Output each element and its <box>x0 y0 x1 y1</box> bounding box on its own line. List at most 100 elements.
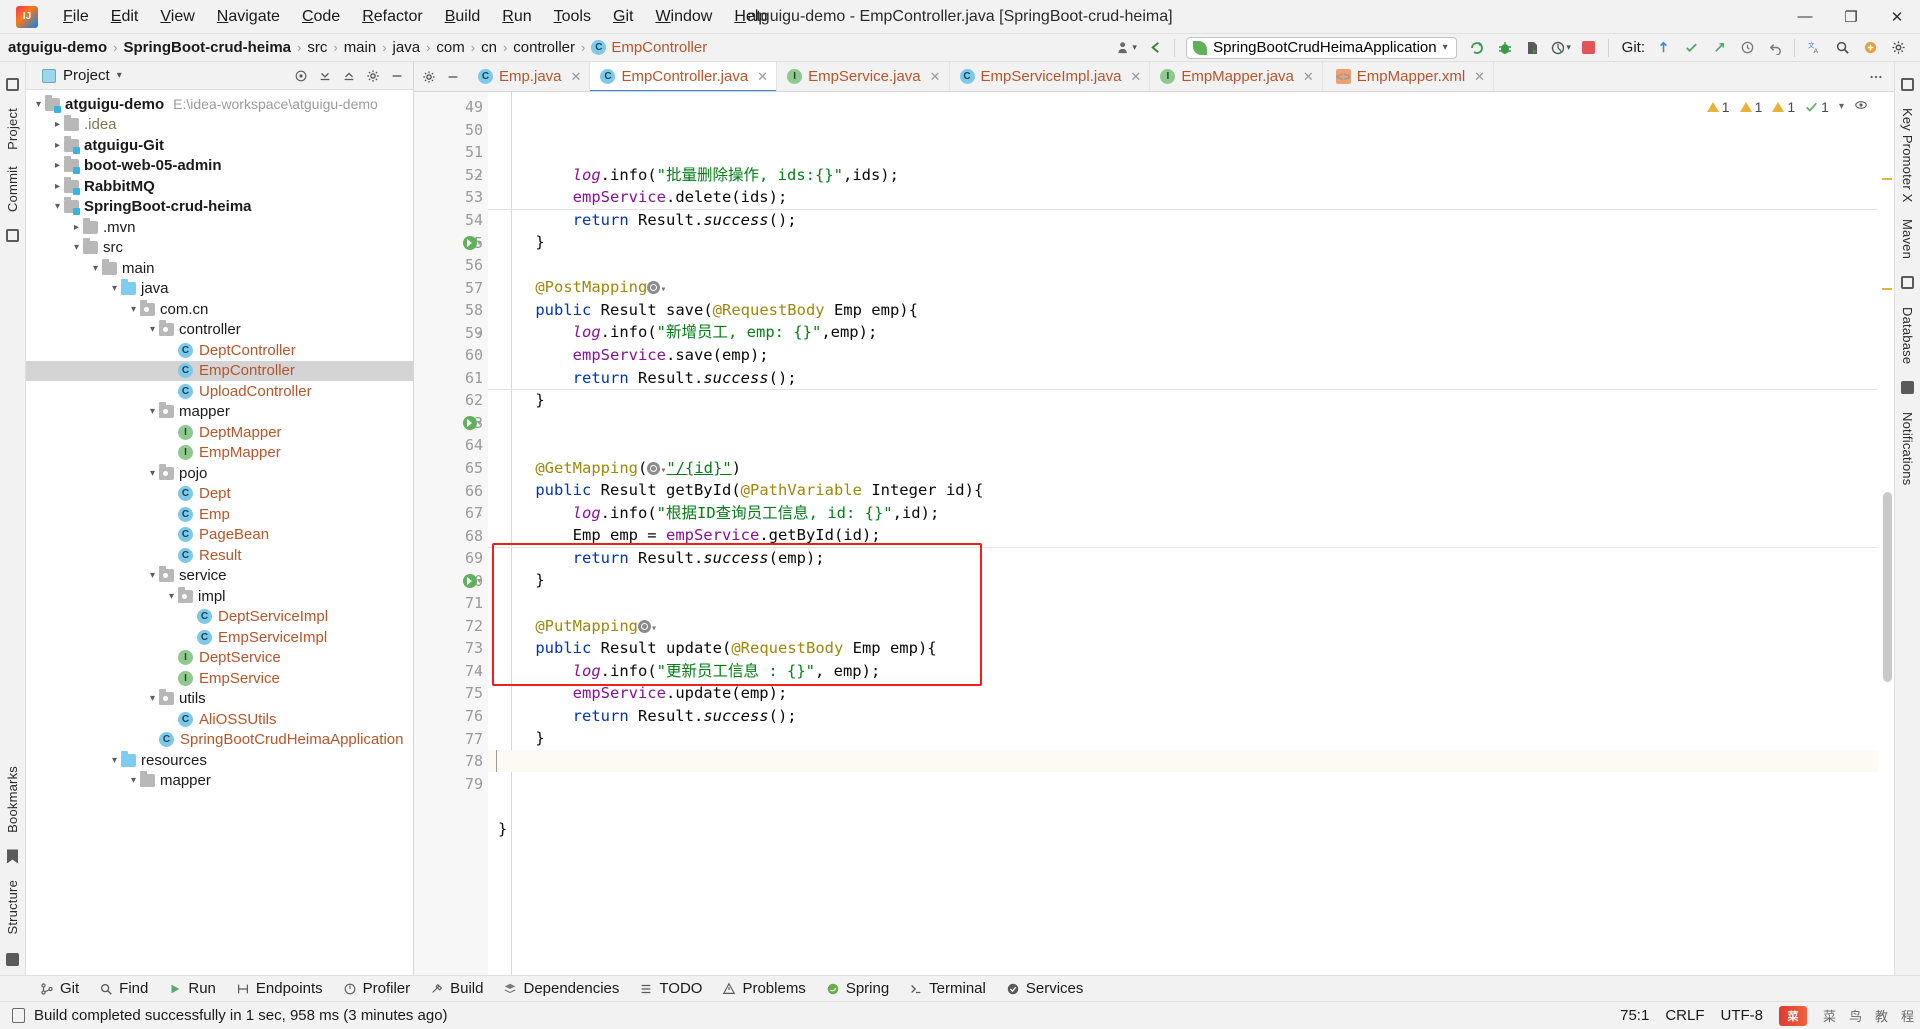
editor-tab-empmapper-java[interactable]: I EmpMapper.java ✕ <box>1150 62 1323 91</box>
chevron-right-icon[interactable]: ▸ <box>51 181 64 192</box>
gutter-line-54[interactable]: 54 <box>414 209 488 232</box>
tree-node-mapper[interactable]: ▾ mapper <box>26 402 413 423</box>
tree-node-deptserviceimpl[interactable]: C DeptServiceImpl <box>26 607 413 628</box>
project-tree[interactable]: ▾ atguigu-demo E:\idea-workspace\atguigu-d… <box>26 90 413 975</box>
code-line-67[interactable]: } <box>488 569 1878 592</box>
code-line-75[interactable] <box>488 749 1878 773</box>
tree-node-springbootcrudheimaapplication[interactable]: C SpringBootCrudHeimaApplication <box>26 730 413 751</box>
code-line-71[interactable]: log.info("更新员工信息 : {}", emp); <box>488 660 1878 683</box>
tool-window-build[interactable]: Build <box>420 978 493 999</box>
rail-item-key-promoter[interactable]: Key Promoter X <box>1900 100 1915 211</box>
editor-hide-icon[interactable] <box>441 65 465 89</box>
file-encoding[interactable]: UTF-8 <box>1720 1007 1763 1024</box>
code-line-66[interactable]: return Result.success(emp); <box>488 547 1878 570</box>
menu-item-build[interactable]: Build <box>434 4 492 30</box>
gutter-line-57[interactable]: 57 <box>414 276 488 299</box>
tree-node-emp[interactable]: C Emp <box>26 504 413 525</box>
gutter-line-59[interactable]: 59 ▵ <box>414 321 488 344</box>
code-line-73[interactable]: return Result.success(); <box>488 705 1878 728</box>
profiler-icon[interactable]: ▾ <box>1547 36 1575 60</box>
fold-end-icon[interactable]: ▵ <box>476 326 483 339</box>
tree-node-empserviceimpl[interactable]: C EmpServiceImpl <box>26 627 413 648</box>
tree-node-java[interactable]: ▾ java <box>26 279 413 300</box>
code-line-58[interactable]: return Result.success(); <box>488 367 1878 390</box>
chevron-down-icon[interactable]: ▾ <box>146 468 159 479</box>
chevron-right-icon[interactable]: ▸ <box>70 222 83 233</box>
tool-window-problems[interactable]: Problems <box>712 978 815 999</box>
tree-node-empmapper[interactable]: I EmpMapper <box>26 443 413 464</box>
gutter-line-74[interactable]: 74 ▵ <box>414 660 488 683</box>
tree-node-uploadcontroller[interactable]: C UploadController <box>26 381 413 402</box>
chevron-down-icon[interactable]: ▾ <box>108 755 121 766</box>
breadcrumb-item-src[interactable]: src <box>307 39 327 56</box>
rail-item-database[interactable]: Database <box>1900 299 1915 372</box>
tool-window-endpoints[interactable]: Endpoints <box>226 978 333 999</box>
plugin-icon[interactable] <box>1856 36 1884 60</box>
close-icon[interactable]: ✕ <box>1303 69 1314 85</box>
coverage-icon[interactable] <box>1519 36 1547 60</box>
translate-icon[interactable]: 文A <box>1800 36 1828 60</box>
key-promoter-rail-icon[interactable] <box>1899 75 1917 93</box>
tree-node-main[interactable]: ▾ main <box>26 258 413 279</box>
code-line-69[interactable]: @PutMapping ▾ <box>488 615 1878 638</box>
rail-item-project[interactable]: Project <box>5 100 20 158</box>
tool-window-dependencies[interactable]: Dependencies <box>493 978 629 999</box>
code-line-55[interactable]: public Result save(@RequestBody Emp emp)… <box>488 299 1878 322</box>
chevron-down-icon[interactable]: ▾ <box>146 406 159 417</box>
tree-node-empcontroller[interactable]: C EmpController <box>26 360 413 381</box>
rail-item-commit[interactable]: Commit <box>5 158 20 220</box>
breadcrumb-item-main[interactable]: main <box>344 39 377 56</box>
gutter-line-49[interactable]: 49 <box>414 96 488 119</box>
code-line-68[interactable] <box>488 592 1878 615</box>
gutter-line-66[interactable]: 66 <box>414 479 488 502</box>
minimize-button[interactable]: — <box>1782 0 1828 34</box>
chevron-right-icon[interactable]: ▸ <box>51 119 64 130</box>
gutter-line-55[interactable]: 55▾ <box>414 231 488 254</box>
code-line-77[interactable] <box>488 795 1878 818</box>
gutter-line-61[interactable]: 61 <box>414 367 488 390</box>
tree-node-pagebean[interactable]: C PageBean <box>26 525 413 546</box>
tree-node-impl[interactable]: ▾ impl <box>26 586 413 607</box>
code-line-65[interactable]: Emp emp = empService.getById(id); <box>488 524 1878 547</box>
code-line-63[interactable]: public Result getById(@PathVariable Inte… <box>488 479 1878 502</box>
editor-scrollbar-thumb[interactable] <box>1883 492 1892 682</box>
chevron-down-icon[interactable]: ▾ <box>108 283 121 294</box>
tool-window-find[interactable]: Find <box>89 978 158 999</box>
menu-item-view[interactable]: View <box>149 4 205 30</box>
tree-node-deptcontroller[interactable]: C DeptController <box>26 340 413 361</box>
code-line-56[interactable]: log.info("新增员工, emp: {}",emp); <box>488 321 1878 344</box>
editor-tab-empserviceimpl-java[interactable]: C EmpServiceImpl.java ✕ <box>950 62 1151 91</box>
code-line-78[interactable]: } <box>488 818 1878 841</box>
update-project-icon[interactable] <box>1649 36 1677 60</box>
chevron-down-icon[interactable]: ▾ <box>32 99 45 110</box>
menu-item-file[interactable]: File <box>52 4 100 30</box>
code-line-59[interactable]: } <box>488 389 1878 412</box>
gutter-line-72[interactable]: 72 <box>414 615 488 638</box>
breadcrumb-item-controller[interactable]: controller <box>513 39 575 56</box>
settings-icon[interactable] <box>1884 36 1912 60</box>
error-stripe[interactable] <box>1878 92 1894 975</box>
user-icon[interactable]: ▾ <box>1113 36 1141 60</box>
chevron-right-icon[interactable]: ▸ <box>51 160 64 171</box>
chevron-down-icon[interactable]: ▾ <box>146 324 159 335</box>
gutter-line-56[interactable]: 56 <box>414 254 488 277</box>
gutter-line-76[interactable]: 76 <box>414 705 488 728</box>
chevron-down-icon[interactable]: ▾ <box>51 201 64 212</box>
gutter-line-79[interactable]: 79 <box>414 772 488 795</box>
tree-node--mvn[interactable]: ▸ .mvn <box>26 217 413 238</box>
inspection-warning[interactable]: 1 <box>1739 99 1762 115</box>
gutter-line-50[interactable]: 50 <box>414 119 488 142</box>
menu-item-navigate[interactable]: Navigate <box>206 4 291 30</box>
editor-settings-icon[interactable] <box>417 65 441 89</box>
project-rail-icon[interactable] <box>4 75 22 93</box>
web-mapping-icon[interactable]: ▾ <box>647 459 666 477</box>
fold-end-icon[interactable]: ▵ <box>476 507 483 520</box>
editor-gutter[interactable]: 49 50 51 52▵53 54 55▾ 56 57 5859▵ 60 61 62 63▾64 65 66… <box>414 92 488 975</box>
caret-position[interactable]: 75:1 <box>1620 1007 1649 1024</box>
code-line-53[interactable] <box>488 254 1878 277</box>
chevron-down-icon[interactable]: ▾ <box>127 304 140 315</box>
project-settings-icon[interactable] <box>361 65 385 87</box>
tool-window-git[interactable]: Git <box>30 978 89 999</box>
tree-node-deptmapper[interactable]: I DeptMapper <box>26 422 413 443</box>
gutter-line-53[interactable]: 53 <box>414 186 488 209</box>
